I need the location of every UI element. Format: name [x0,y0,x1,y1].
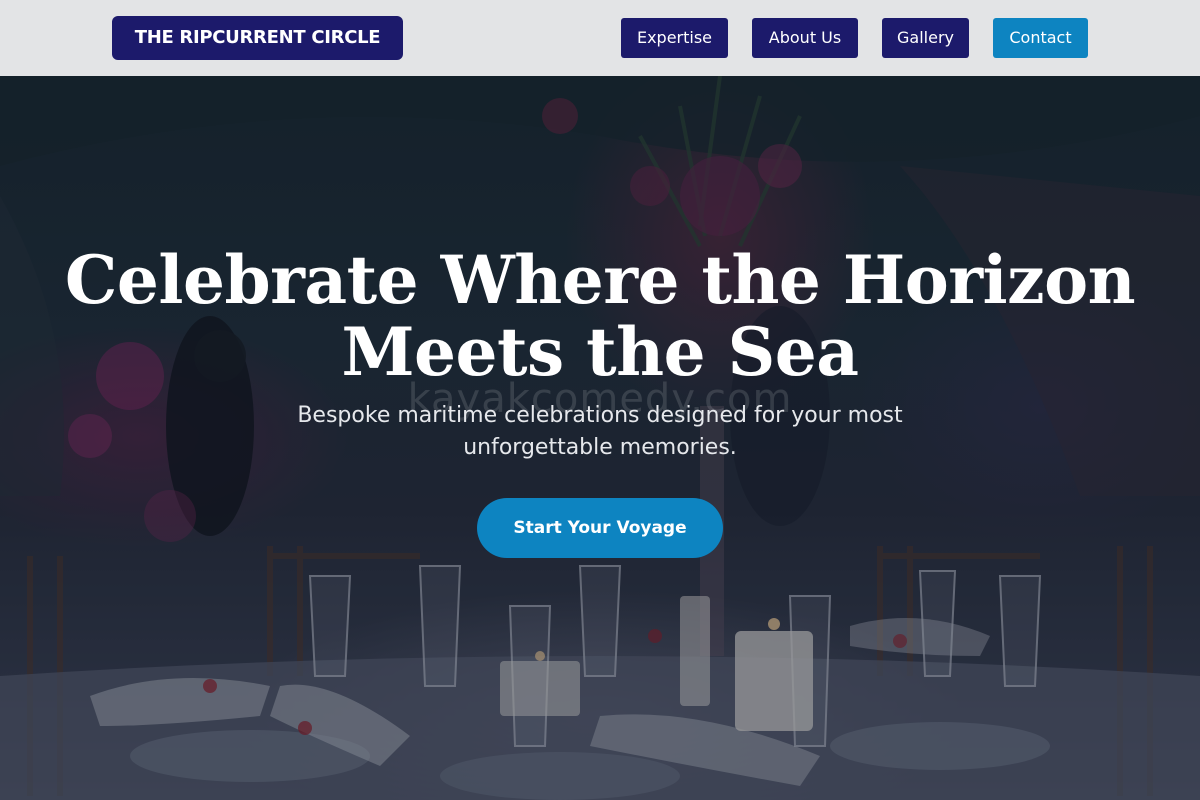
site-logo[interactable]: THE RIPCURRENT CIRCLE [112,16,403,60]
hero-section: kayakcomedy.com Celebrate Where the Hori… [0,76,1200,800]
hero-content: Celebrate Where the Horizon Meets the Se… [0,76,1200,800]
hero-title-line-1: Celebrate Where the Horizon [64,241,1136,319]
nav-expertise-button[interactable]: Expertise [621,18,728,58]
hero-subtitle-line-2: unforgettable memories. [463,435,737,460]
page: THE RIPCURRENT CIRCLE Expertise About Us… [0,0,1200,800]
nav-about-button[interactable]: About Us [752,18,858,58]
hero-subtitle-line-1: Bespoke maritime celebrations designed f… [297,403,903,428]
site-header: THE RIPCURRENT CIRCLE Expertise About Us… [0,0,1200,76]
nav-contact-button[interactable]: Contact [993,18,1088,58]
nav-gallery-button[interactable]: Gallery [882,18,969,58]
hero-subtitle: Bespoke maritime celebrations designed f… [0,400,1200,464]
start-voyage-button[interactable]: Start Your Voyage [477,498,723,558]
hero-title: Celebrate Where the Horizon Meets the Se… [0,244,1200,388]
hero-title-line-2: Meets the Sea [341,313,859,391]
